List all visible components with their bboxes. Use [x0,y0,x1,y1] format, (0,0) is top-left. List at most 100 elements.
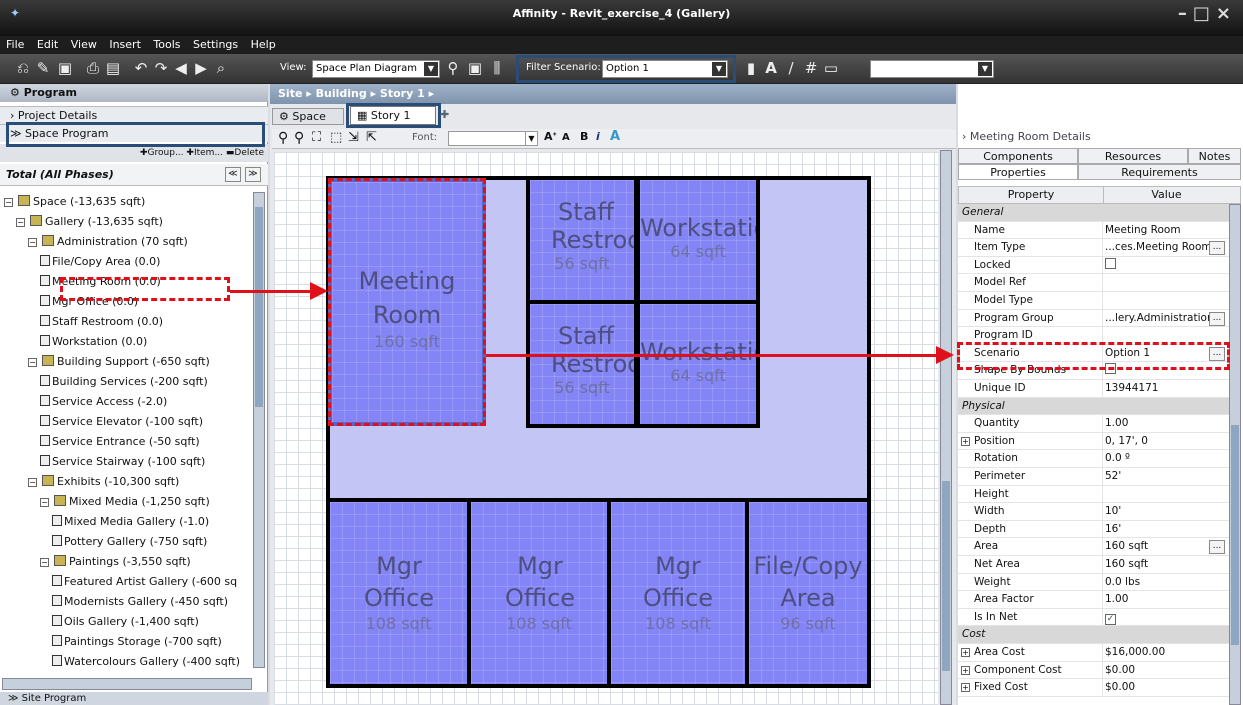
program-header[interactable]: ⚙ Program [0,84,268,102]
tree-item[interactable]: − Space (-13,635 sqft) [4,192,145,212]
tab-notes[interactable]: Notes [1188,148,1241,164]
breadcrumb-building[interactable]: Building [316,87,367,100]
tree-item[interactable]: − Administration (70 sqft) [28,232,188,252]
clipboard-icon[interactable]: ▤ [104,59,122,77]
property-value[interactable]: $0.00 [1105,679,1225,696]
tree-item[interactable]: Workstation (0.0) [40,332,147,352]
tab-components[interactable]: Components [958,148,1078,164]
font-select[interactable]: ▼ [448,131,538,146]
minimize-icon[interactable]: – [1178,3,1193,24]
text-tool-icon[interactable]: A [762,59,780,77]
property-row[interactable]: Width 10' [958,503,1241,521]
grid-icon[interactable]: # [802,59,820,77]
menu-file[interactable]: File [6,38,24,51]
close-icon[interactable]: × [1216,3,1237,24]
property-value[interactable]: 1.00 [1105,591,1225,608]
delete-button[interactable]: ▬Delete [226,148,264,158]
property-row[interactable]: Quantity 1.00 [958,415,1241,433]
collapse-icon[interactable]: − [28,238,37,247]
add-tab-icon[interactable]: ✚ [440,108,449,121]
property-row[interactable]: Perimeter 52' [958,468,1241,486]
save-view-icon[interactable]: ▣ [466,59,484,77]
forward-icon[interactable]: ▶ [192,59,210,77]
import-icon[interactable]: ⇱ [366,130,377,145]
scrollbar-thumb[interactable] [255,207,263,407]
property-value[interactable]: $16,000.00 [1105,644,1225,661]
property-row[interactable]: Locked [958,256,1241,275]
menu-help[interactable]: Help [251,38,276,51]
tree-item[interactable]: Oils Gallery (-1,400 sqft) [52,612,199,632]
room-workstation-1[interactable]: Workstation 64 sqft [636,176,760,304]
line-tool-icon[interactable]: ∕ [782,59,800,77]
export-icon[interactable]: ⇲ [348,130,359,145]
property-row[interactable]: + Fixed Cost $0.00 [958,679,1241,697]
breadcrumb-site[interactable]: Site [278,87,302,100]
pin-icon[interactable]: ⚲ [444,59,462,77]
tab-properties[interactable]: Properties [958,164,1078,180]
bold-icon[interactable]: B [580,130,588,143]
property-row[interactable]: Name Meeting Room [958,221,1241,240]
window-controls[interactable]: –□× [1178,0,1237,28]
property-value[interactable]: ...lery.Administration [1105,310,1225,327]
shrink-font-icon[interactable]: A [562,132,570,143]
property-row[interactable]: Is In Net ✓ [958,608,1241,627]
property-row[interactable]: Depth 16' [958,520,1241,539]
zoom-in-icon[interactable]: ⚲ [278,130,288,146]
tree-item[interactable]: Mixed Media Gallery (-1.0) [52,512,209,532]
expand-icon[interactable]: + [961,648,970,657]
tree-item[interactable]: Featured Artist Gallery (-600 sq [52,572,237,592]
property-row[interactable]: + Component Cost $0.00 [958,661,1241,680]
italic-icon[interactable]: i [596,130,600,143]
expand-icon[interactable]: + [961,436,970,446]
breadcrumb-story[interactable]: Story 1 [380,87,425,100]
menu-edit[interactable]: Edit [37,38,58,51]
scrollbar-thumb[interactable] [1231,425,1239,645]
tree-item[interactable]: Service Access (-2.0) [40,392,167,412]
tree-item[interactable]: − Exhibits (-10,300 sqft) [28,472,179,492]
expand-icon[interactable]: + [961,665,970,675]
collapse-icon[interactable]: − [16,218,25,227]
collapse-icon[interactable]: − [28,478,37,487]
property-value[interactable] [1105,257,1225,274]
property-row[interactable]: Area 160 sqft... [958,538,1241,556]
site-program-header[interactable]: ≫ Site Program [0,692,268,705]
property-value[interactable]: $0.00 [1105,662,1225,679]
property-row[interactable]: Net Area 160 sqft [958,556,1241,574]
property-value[interactable]: 10' [1105,503,1225,520]
tree-item[interactable]: File/Copy Area (0.0) [40,252,160,272]
undo-icon[interactable]: ↶ [132,59,150,77]
property-value[interactable]: 52' [1105,468,1225,485]
menu-tools[interactable]: Tools [153,38,180,51]
room-mgr-office-3[interactable]: Mgr Office 108 sqft [607,498,749,688]
tree-item[interactable]: − Mixed Media (-1,250 sqft) [40,492,210,512]
room-file-copy-area[interactable]: File/Copy Area 96 sqft [745,498,871,688]
tree-item[interactable]: Staff Restroom (0.0) [40,312,163,332]
property-value[interactable]: 0.0 º [1105,450,1225,467]
paint-bucket-icon[interactable]: ▮ [742,59,760,77]
tree-item[interactable]: Service Entrance (-50 sqft) [40,432,200,452]
collapse-icon[interactable]: − [40,498,49,507]
collapse-icon[interactable]: − [40,558,49,567]
property-value[interactable]: 0, 17', 0 [1105,433,1225,450]
tree-item[interactable]: − Building Support (-650 sqft) [28,352,210,372]
back-icon[interactable]: ◀ [172,59,190,77]
collapse-icon[interactable]: − [4,198,13,207]
open-icon[interactable]: ✎ [34,59,52,77]
search-icon[interactable]: ⌕ [212,59,230,77]
property-row[interactable]: Unique ID 13944171 [958,380,1241,398]
property-row[interactable]: Rotation 0.0 º [958,450,1241,468]
add-group-button[interactable]: ✚Group... [140,148,184,158]
property-row[interactable]: Item Type ...ces.Meeting Room... [958,239,1241,257]
plan-scrollbar[interactable] [940,150,952,705]
menu-insert[interactable]: Insert [109,38,141,51]
columns-icon[interactable]: ⫼ [488,59,506,77]
property-value[interactable]: 13944171 [1105,380,1225,397]
menu-settings[interactable]: Settings [193,38,238,51]
property-row[interactable]: Program Group ...lery.Administration... [958,309,1241,328]
zoom-out-icon[interactable]: ⚲ [294,130,304,146]
tree-item[interactable]: Pottery Gallery (-750 sqft) [52,532,207,552]
ellipsis-button[interactable]: ... [1209,241,1225,256]
property-row[interactable]: Area Factor 1.00 [958,591,1241,609]
tree-item[interactable]: Service Elevator (-100 sqft) [40,412,203,432]
property-row[interactable]: Model Type [958,292,1241,310]
